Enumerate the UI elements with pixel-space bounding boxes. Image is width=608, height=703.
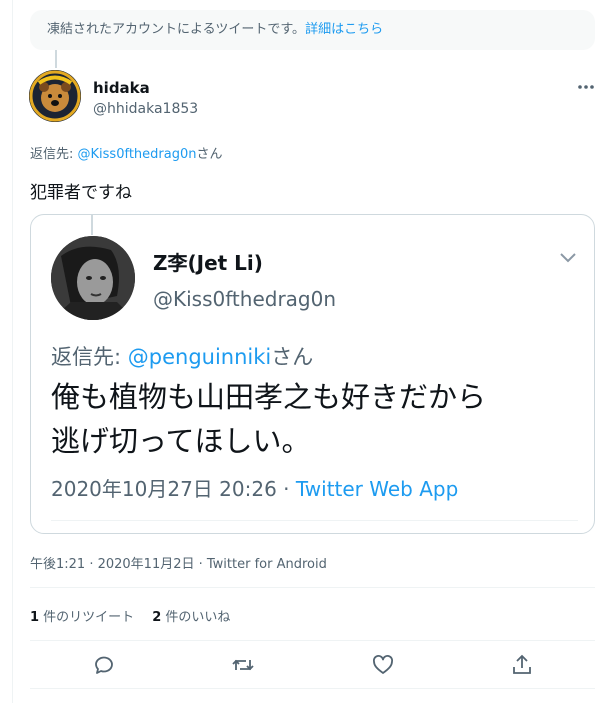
quote-thread-connector [91,215,93,235]
retweet-icon[interactable] [231,653,255,677]
dog-avatar-icon [29,70,81,122]
quoted-reply-prefix: 返信先: [51,345,128,369]
reply-context: 返信先: @Kiss0fthedrag0nさん [30,143,223,162]
avatar[interactable] [29,70,81,122]
quoted-tweet-card[interactable]: Z李(Jet Li) @Kiss0fthedrag0n 返信先: @pengui… [30,214,595,534]
reply-icon[interactable] [92,653,116,677]
portrait-avatar-icon [51,236,135,320]
tweet-timestamp[interactable]: 午後1:21 · 2020年11月2日 · Twitter for Androi… [30,553,327,572]
suspended-account-notice: 凍結されたアカウントによるツイートです。詳細はこちら [30,10,595,50]
quoted-text-line-2: 逃げ切ってほしい。 [51,424,311,458]
notice-text: 凍結されたアカウントによるツイートです。 [47,22,306,37]
quoted-reply-mention-link[interactable]: @penguinniki [128,345,271,369]
quoted-meta: 2020年10月27日 20:26 · Twitter Web App [51,473,458,502]
author-handle[interactable]: @hhidaka1853 [93,101,198,117]
tweet-text: 犯罪者ですね [30,183,132,203]
reply-prefix: 返信先: [30,147,78,162]
quoted-date: 2020年10月27日 20:26 · [51,477,296,501]
likes-count: 2 [152,610,162,625]
divider [30,587,595,588]
quoted-divider [51,520,578,521]
thread-connector [55,50,57,68]
details-link[interactable]: 詳細はこちら [305,22,383,37]
author-name[interactable]: hidaka [93,79,150,97]
divider [30,688,595,689]
quoted-source-app[interactable]: Twitter Web App [296,477,458,501]
tweet-actions [30,645,595,685]
retweets-label: 件のリツイート [39,610,135,625]
divider [30,640,595,641]
chevron-down-icon[interactable] [559,251,577,263]
likes-label: 件のいいね [161,610,231,625]
likes-stat[interactable]: 2 件のいいね [152,610,230,625]
engagement-stats: 1 件のリツイート 2 件のいいね [30,606,230,625]
more-icon[interactable] [576,80,596,94]
quoted-author-handle[interactable]: @Kiss0fthedrag0n [153,287,336,311]
heart-icon[interactable] [371,653,395,677]
quoted-text-line-1: 俺も植物も山田孝之も好きだから [51,380,487,414]
quoted-author-name[interactable]: Z李(Jet Li) [153,247,263,276]
retweets-stat[interactable]: 1 件のリツイート [30,610,134,625]
left-border [12,0,13,703]
quoted-reply-context: 返信先: @penguinnikiさん [51,341,313,371]
quoted-reply-suffix: さん [271,345,314,369]
reply-suffix: さん [196,147,223,162]
reply-mention-link[interactable]: @Kiss0fthedrag0n [78,147,197,162]
quoted-avatar[interactable] [51,236,135,320]
share-icon[interactable] [510,653,534,677]
retweets-count: 1 [30,610,40,625]
quoted-tweet-text: 俺も植物も山田孝之も好きだから 逃げ切ってほしい。 [51,375,581,463]
